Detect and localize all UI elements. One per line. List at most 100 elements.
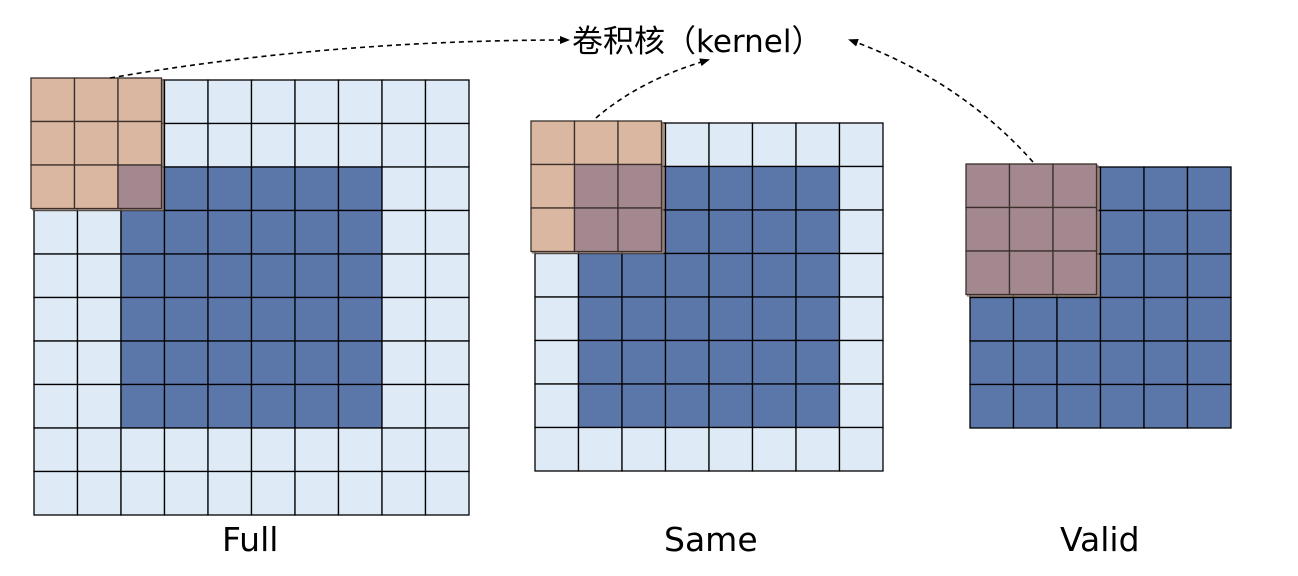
valid-grid bbox=[965, 163, 1232, 429]
padding-cell bbox=[838, 296, 884, 342]
input-cell bbox=[250, 383, 296, 429]
input-cell bbox=[621, 252, 667, 298]
input-cell bbox=[1099, 209, 1145, 255]
input-cell bbox=[163, 253, 209, 299]
padding-cell bbox=[838, 209, 884, 255]
padding-cell bbox=[534, 426, 580, 472]
padding-cell bbox=[76, 209, 122, 255]
kernel-overlay-cell bbox=[573, 207, 619, 253]
input-cell bbox=[969, 340, 1015, 386]
input-cell bbox=[621, 383, 667, 429]
input-cell bbox=[1186, 166, 1232, 212]
input-cell bbox=[751, 296, 797, 342]
kernel-overlay-cell bbox=[573, 163, 619, 209]
input-cell bbox=[163, 340, 209, 386]
input-cell bbox=[250, 209, 296, 255]
kernel-overlay-cell bbox=[1052, 206, 1098, 252]
input-cell bbox=[1012, 296, 1058, 342]
input-cell bbox=[337, 340, 383, 386]
kernel-overlay-cell bbox=[530, 163, 576, 209]
input-cell bbox=[795, 339, 841, 385]
input-cell bbox=[751, 383, 797, 429]
input-cell bbox=[1186, 253, 1232, 299]
padding-cell bbox=[381, 340, 427, 386]
input-cell bbox=[250, 296, 296, 342]
kernel-overlay-cell bbox=[73, 120, 119, 166]
kernel-overlay-cell bbox=[73, 77, 119, 123]
input-cell bbox=[795, 296, 841, 342]
padding-cell bbox=[751, 122, 797, 168]
padding-cell bbox=[424, 253, 470, 299]
input-cell bbox=[708, 296, 754, 342]
input-cell bbox=[1099, 166, 1145, 212]
input-cell bbox=[120, 383, 166, 429]
input-cell bbox=[163, 383, 209, 429]
input-cell bbox=[1012, 383, 1058, 429]
input-cell bbox=[163, 209, 209, 255]
padding-cell bbox=[424, 340, 470, 386]
padding-cell bbox=[424, 79, 470, 125]
input-cell bbox=[751, 165, 797, 211]
padding-cell bbox=[76, 296, 122, 342]
padding-cell bbox=[424, 166, 470, 212]
padding-cell bbox=[381, 209, 427, 255]
input-cell bbox=[120, 209, 166, 255]
padding-cell bbox=[708, 426, 754, 472]
kernel-overlay-cell bbox=[530, 207, 576, 253]
padding-cell bbox=[337, 470, 383, 516]
kernel-overlay-cell bbox=[1052, 163, 1098, 209]
same-grid bbox=[530, 120, 884, 472]
kernel-overlay-cell bbox=[117, 77, 163, 123]
input-cell bbox=[294, 296, 340, 342]
input-cell bbox=[664, 339, 710, 385]
padding-cell bbox=[163, 79, 209, 125]
padding-cell bbox=[294, 122, 340, 168]
input-cell bbox=[708, 209, 754, 255]
padding-cell bbox=[664, 426, 710, 472]
padding-cell bbox=[294, 427, 340, 473]
diagram-canvas bbox=[30, 36, 1232, 516]
input-cell bbox=[207, 166, 253, 212]
input-cell bbox=[795, 252, 841, 298]
padding-cell bbox=[163, 122, 209, 168]
input-cell bbox=[207, 253, 253, 299]
input-cell bbox=[1099, 340, 1145, 386]
input-cell bbox=[294, 340, 340, 386]
padding-cell bbox=[424, 209, 470, 255]
kernel-label: 卷积核（kernel） bbox=[572, 24, 823, 60]
input-cell bbox=[969, 383, 1015, 429]
padding-cell bbox=[207, 122, 253, 168]
kernel-overlay-cell bbox=[1008, 250, 1054, 296]
input-cell bbox=[1056, 296, 1102, 342]
kernel-overlay-cell bbox=[617, 163, 663, 209]
input-cell bbox=[577, 339, 623, 385]
input-cell bbox=[664, 209, 710, 255]
input-cell bbox=[664, 296, 710, 342]
input-cell bbox=[120, 253, 166, 299]
valid-label: Valid bbox=[1060, 520, 1140, 559]
input-cell bbox=[969, 296, 1015, 342]
input-cell bbox=[1143, 209, 1189, 255]
padding-cell bbox=[33, 296, 79, 342]
padding-cell bbox=[337, 122, 383, 168]
kernel-overlay-cell bbox=[30, 77, 76, 123]
padding-cell bbox=[424, 383, 470, 429]
input-cell bbox=[337, 296, 383, 342]
kernel-overlay-cell bbox=[965, 163, 1011, 209]
padding-cell bbox=[294, 470, 340, 516]
input-cell bbox=[1143, 383, 1189, 429]
padding-cell bbox=[381, 470, 427, 516]
input-cell bbox=[795, 165, 841, 211]
input-cell bbox=[1186, 296, 1232, 342]
input-cell bbox=[1143, 340, 1189, 386]
padding-cell bbox=[708, 122, 754, 168]
kernel-overlay-cell bbox=[117, 120, 163, 166]
input-cell bbox=[577, 296, 623, 342]
padding-cell bbox=[751, 426, 797, 472]
padding-cell bbox=[424, 427, 470, 473]
padding-cell bbox=[577, 426, 623, 472]
padding-cell bbox=[381, 122, 427, 168]
padding-cell bbox=[337, 79, 383, 125]
full-kernel-overlay bbox=[30, 77, 164, 211]
input-cell bbox=[664, 383, 710, 429]
